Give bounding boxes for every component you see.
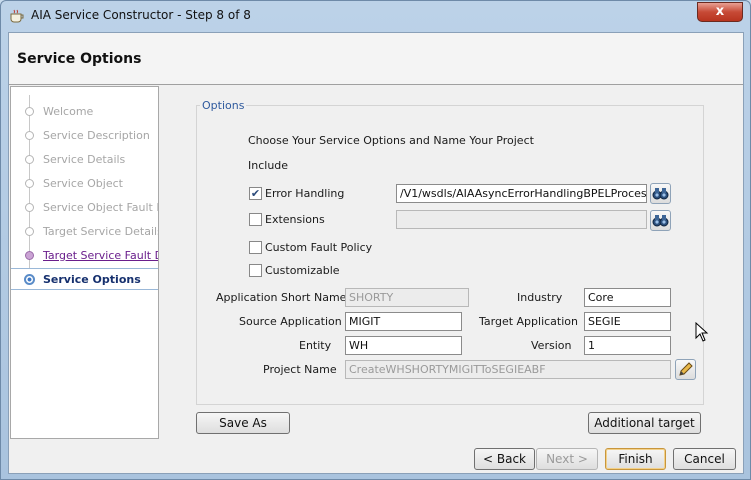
step-target-service-details: Target Service Details — [11, 221, 159, 243]
browse-extensions-button[interactable] — [650, 210, 671, 231]
mouse-cursor-icon — [695, 322, 709, 342]
dialog-window: AIA Service Constructor - Step 8 of 8 x … — [0, 0, 751, 480]
step-label: Service Object — [43, 177, 123, 190]
error-handling-checkbox[interactable]: ✔ — [249, 187, 262, 200]
custom-fault-policy-checkbox[interactable] — [249, 241, 262, 254]
step-target-service-fault[interactable]: Target Service Fault Def — [11, 245, 158, 267]
step-dot-icon — [25, 155, 34, 164]
custom-fault-policy-label: Custom Fault Policy — [265, 241, 373, 254]
extensions-label: Extensions — [265, 213, 325, 226]
binoculars-icon — [652, 215, 669, 227]
industry-field[interactable]: Core — [584, 288, 671, 307]
app-short-name-label: Application Short Name — [216, 291, 347, 304]
project-name-label: Project Name — [263, 363, 337, 376]
error-handling-label: Error Handling — [265, 187, 345, 200]
step-dot-icon — [25, 251, 34, 260]
entity-label: Entity — [299, 339, 332, 352]
include-label: Include — [248, 159, 289, 172]
step-label: Service Details — [43, 153, 126, 166]
extensions-field[interactable] — [396, 210, 647, 229]
step-dot-icon — [25, 179, 34, 188]
step-link[interactable]: Target Service Fault Def — [43, 249, 158, 262]
step-dot-icon — [25, 107, 34, 116]
wizard-frame: Service Options Welcome Service Descript… — [8, 32, 744, 474]
step-label: Service Description — [43, 129, 150, 142]
next-button[interactable]: Next > — [536, 448, 598, 470]
version-label: Version — [531, 339, 572, 352]
close-button[interactable]: x — [697, 2, 743, 22]
steps-navigator: Welcome Service Description Service Deta… — [10, 86, 159, 439]
source-application-field[interactable]: MIGIT — [345, 312, 462, 331]
step-dot-icon — [25, 131, 34, 140]
step-dot-icon — [25, 203, 34, 212]
save-as-button[interactable]: Save As — [196, 412, 290, 434]
project-name-field[interactable]: CreateWHSHORTYMIGITToSEGIEABF — [345, 360, 671, 379]
app-short-name-field[interactable]: SHORTY — [345, 288, 469, 307]
version-field[interactable]: 1 — [584, 336, 671, 355]
pencil-icon — [679, 362, 693, 376]
error-handling-wsdl-field[interactable]: /V1/wsdls/AIAAsyncErrorHandlingBPELProce… — [396, 184, 647, 203]
options-legend: Options — [200, 99, 247, 112]
source-application-label: Source Application — [239, 315, 342, 328]
entity-field[interactable]: WH — [345, 336, 462, 355]
step-service-options: Service Options — [11, 268, 158, 290]
step-service-object-fault: Service Object Fault Def — [11, 197, 158, 219]
step-label: Target Service Details — [43, 225, 159, 238]
target-application-field[interactable]: SEGIE — [584, 312, 671, 331]
step-service-object: Service Object — [11, 173, 158, 195]
step-label: Service Object Fault Def — [43, 201, 158, 214]
current-step-icon — [24, 274, 35, 285]
step-service-description: Service Description — [11, 125, 158, 147]
step-dot-icon — [25, 227, 34, 236]
binoculars-icon — [652, 188, 669, 200]
edit-project-name-button[interactable] — [675, 359, 696, 380]
page-title: Service Options — [17, 51, 142, 67]
customizable-checkbox[interactable] — [249, 264, 262, 277]
browse-error-handling-button[interactable] — [650, 183, 671, 204]
target-application-label: Target Application — [479, 315, 578, 328]
step-welcome: Welcome — [11, 101, 158, 123]
app-cup-icon — [10, 9, 24, 23]
step-label: Service Options — [43, 273, 141, 286]
back-button[interactable]: < Back — [474, 448, 535, 470]
cancel-button[interactable]: Cancel — [673, 448, 736, 470]
extensions-checkbox[interactable] — [249, 213, 262, 226]
step-label: Welcome — [43, 105, 94, 118]
industry-label: Industry — [517, 291, 563, 304]
wizard-header: Service Options — [9, 33, 743, 85]
title-bar[interactable]: AIA Service Constructor - Step 8 of 8 x — [1, 1, 750, 31]
options-intro-text: Choose Your Service Options and Name You… — [248, 134, 534, 147]
customizable-label: Customizable — [265, 264, 340, 277]
additional-target-button[interactable]: Additional target — [588, 412, 701, 434]
step-service-details: Service Details — [11, 149, 158, 171]
finish-button[interactable]: Finish — [605, 448, 666, 470]
window-title: AIA Service Constructor - Step 8 of 8 — [31, 8, 251, 22]
